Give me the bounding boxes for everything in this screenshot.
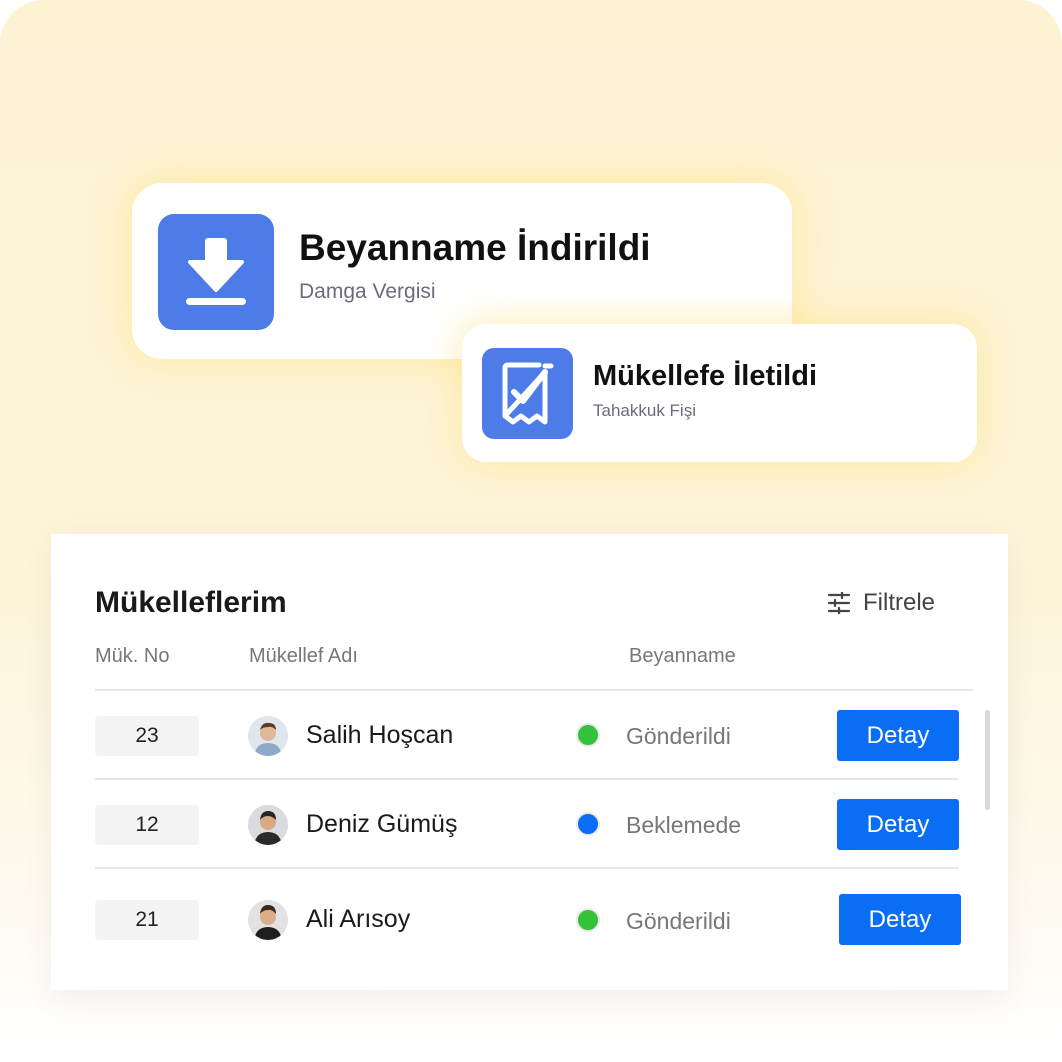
taxpayer-number: 23 [95,716,199,756]
panel-title: Mükelleflerim [95,586,287,619]
taxpayers-panel: Mükelleflerim Filtrele Mük. No Mükellef … [51,534,1008,990]
table-row: 23 Salih Hoşcan Gönderildi Detay [51,706,1008,766]
filter-label: Filtrele [863,589,936,616]
notification-title: Beyanname İndirildi [299,227,651,268]
detail-button[interactable]: Detay [837,710,959,761]
taxpayer-name: Ali Arısoy [306,905,411,933]
status-text: Gönderildi [626,908,731,934]
notification-subtitle: Damga Vergisi [299,280,436,303]
row-divider [95,778,959,780]
detail-button[interactable]: Detay [839,894,961,945]
detail-button[interactable]: Detay [837,799,959,850]
status-dot [576,812,600,836]
status-text: Gönderildi [626,723,731,749]
taxpayer-number: 12 [95,805,199,845]
avatar [248,716,288,756]
status-dot [576,908,600,932]
download-icon [158,214,274,330]
sliders-icon [827,592,851,614]
avatar [248,900,288,940]
notification-subtitle: Tahakkuk Fişi [593,401,696,420]
column-header-name: Mükellef Adı [249,645,358,667]
avatar [248,805,288,845]
scrollbar[interactable] [985,710,990,810]
notification-title: Mükellefe İletildi [593,360,817,392]
taxpayer-name: Salih Hoşcan [306,721,454,749]
receipt-check-icon [482,348,573,439]
taxpayer-number: 21 [95,900,199,940]
column-header-no: Mük. No [95,645,170,667]
header-divider [95,689,973,691]
table-row: 21 Ali Arısoy Gönderildi Detay [51,891,1008,951]
column-header-declaration: Beyanname [629,645,736,667]
notification-card-sent: Mükellefe İletildi Tahakkuk Fişi [462,324,977,462]
filter-button[interactable]: Filtrele [827,589,935,617]
status-text: Beklemede [626,812,742,838]
row-divider [95,867,959,869]
taxpayer-name: Deniz Gümüş [306,810,458,838]
status-dot [576,723,600,747]
table-row: 12 Deniz Gümüş Beklemede Detay [51,795,1008,855]
